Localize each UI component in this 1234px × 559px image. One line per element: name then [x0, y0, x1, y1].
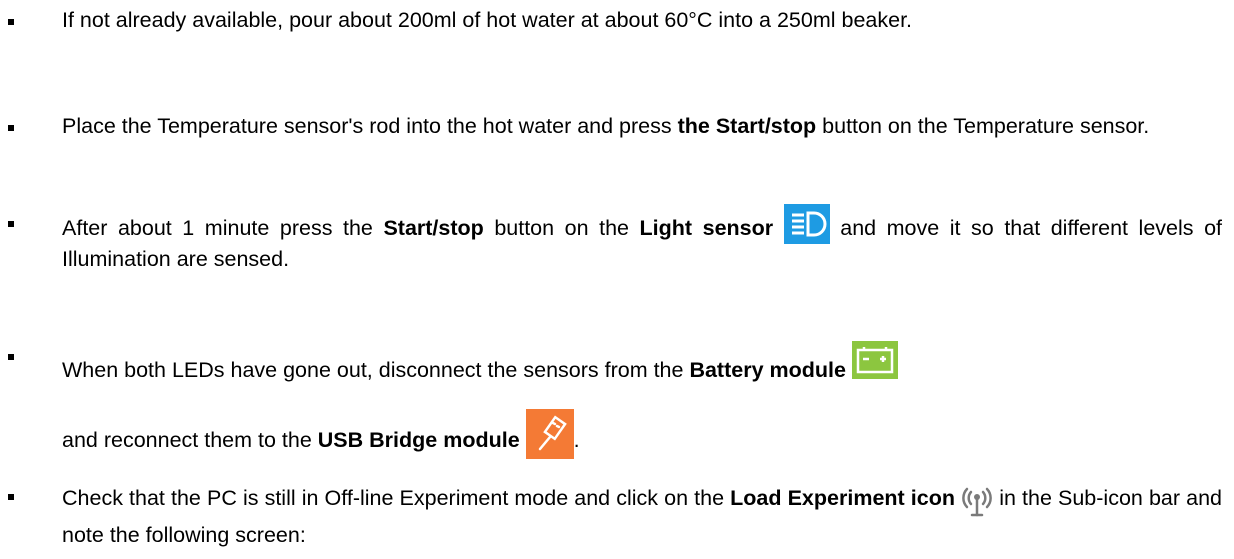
instruction-4-text-mid: and reconnect them to the [62, 428, 318, 452]
instruction-1-text: If not already available, pour about 200… [62, 8, 913, 32]
load-experiment-label: Load Experiment icon [730, 486, 955, 510]
light-sensor-label: Light sensor [639, 216, 774, 240]
instruction-3-text: After about 1 minute press the [62, 216, 384, 240]
bullet-marker [8, 354, 14, 360]
light-sensor-icon [783, 204, 830, 244]
instruction-5-text: Check that the PC is still in Off-line E… [62, 486, 731, 510]
bullet-marker [8, 19, 14, 25]
instruction-list: If not already available, pour about 200… [0, 0, 1234, 559]
instruction-2-text-end: button on the Temperature sensor. [816, 114, 1150, 138]
bullet-marker [8, 494, 14, 500]
bullet-marker [8, 125, 14, 131]
usb-bridge-label: USB Bridge module [317, 428, 520, 452]
load-experiment-icon [961, 485, 993, 517]
usb-bridge-icon [525, 409, 574, 459]
start-stop-label: Start/stop [383, 216, 484, 240]
instruction-4-text-end: . [573, 428, 580, 452]
instruction-3: After about 1 minute press the Start/sto… [62, 204, 1222, 275]
instruction-4-text: When both LEDs have gone out, disconnect… [62, 358, 690, 382]
instruction-4: When both LEDs have gone out, disconnect… [62, 341, 1222, 385]
battery-module-label: Battery module [689, 358, 846, 382]
instruction-1: If not already available, pour about 200… [62, 6, 1222, 35]
instruction-4-continuation: and reconnect them to the USB Bridge mod… [62, 409, 1222, 459]
bullet-marker [8, 221, 14, 227]
battery-module-icon [851, 341, 898, 379]
instruction-3-text-mid: button on the [483, 216, 640, 240]
instruction-5: Check that the PC is still in Off-line E… [62, 480, 1222, 554]
start-stop-label: the Start/stop [677, 114, 817, 138]
instruction-2-text: Place the Temperature sensor's rod into … [62, 114, 678, 138]
instruction-2: Place the Temperature sensor's rod into … [62, 112, 1222, 141]
